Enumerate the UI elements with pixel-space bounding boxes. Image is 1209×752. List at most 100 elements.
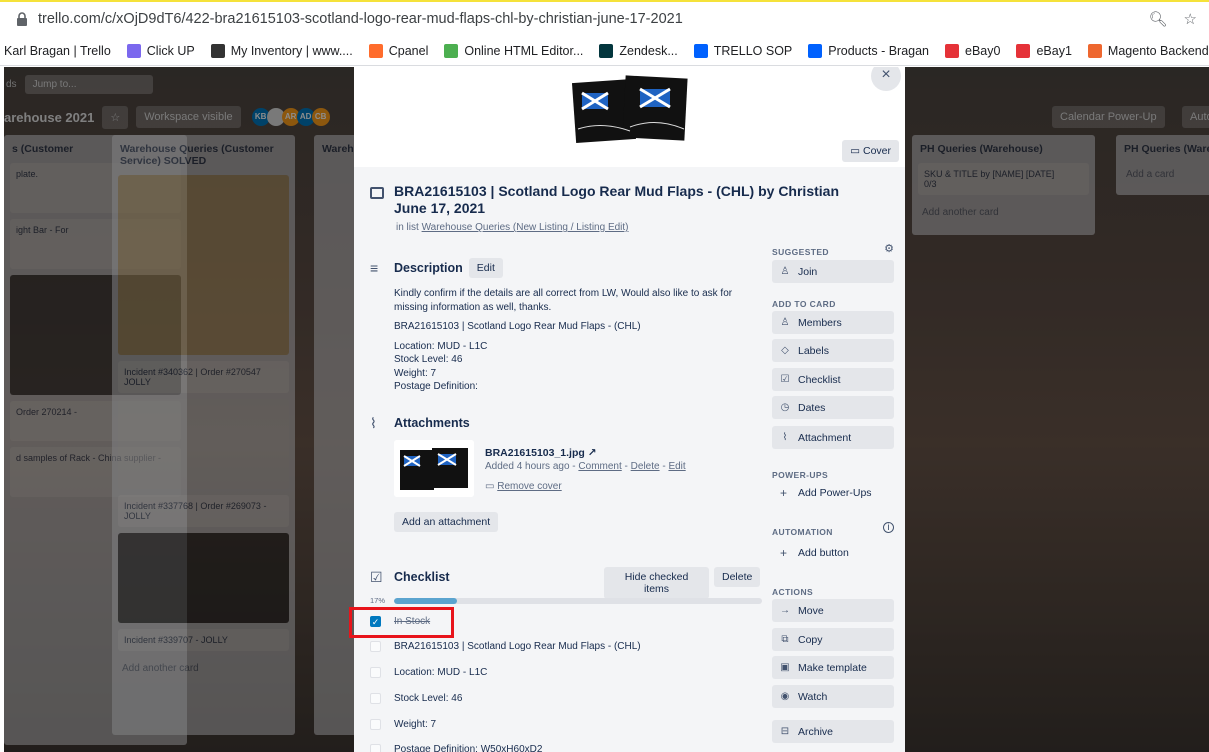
dates-button[interactable]: ◷ Dates (772, 396, 894, 419)
checklist-item-label[interactable]: Location: MUD - L1C (394, 667, 487, 678)
checklist-item[interactable]: Location: MUD - L1C (370, 667, 487, 678)
list-card[interactable]: Incident #339707 - JOLLY (118, 629, 289, 651)
bookmark-item[interactable]: Click UP (126, 43, 195, 58)
avatar[interactable] (266, 108, 285, 126)
list-card-image[interactable] (118, 533, 289, 623)
list-card[interactable]: Incident #337768 | Order #269073 - JOLLY (118, 495, 289, 527)
attachment-name[interactable]: BRA21615103_1.jpg ↗ (485, 447, 597, 459)
hide-checked-button[interactable]: Hide checked items (604, 567, 709, 599)
copy-button[interactable]: ⧉ Copy (772, 628, 894, 651)
card-title[interactable]: BRA21615103 | Scotland Logo Rear Mud Fla… (394, 183, 870, 217)
list-card[interactable]: SKU & TITLE by [NAME] [DATE] 0/3 (918, 163, 1089, 195)
checklist-item-label[interactable]: Postage Definition: W50xH60xD2 (394, 744, 542, 752)
add-card-button[interactable]: Add another card (912, 201, 1095, 224)
list-card[interactable]: ight Bar - For (10, 219, 181, 269)
members-button[interactable]: ♙ Members (772, 311, 894, 334)
attachment-button[interactable]: ⌇ Attachment (772, 426, 894, 449)
list-card[interactable]: d samples of Rack - China supplier - (10, 447, 181, 497)
avatar[interactable]: CB (311, 108, 330, 126)
list-title[interactable]: s (Customer (4, 135, 187, 163)
edit-link[interactable]: Edit (668, 461, 685, 472)
close-button[interactable]: × (871, 67, 901, 91)
checklist-title[interactable]: Checklist (394, 570, 450, 584)
tag-icon: ◇ (781, 345, 789, 356)
automation-button[interactable]: Autom (1182, 106, 1209, 128)
in-list-prefix: in list (396, 222, 419, 233)
template-icon: ▣ (780, 662, 790, 673)
bookmark-item[interactable]: Products - Bragan (808, 43, 929, 58)
bookmark-item[interactable]: Zendesk... (599, 43, 678, 58)
list-card[interactable]: Order 270214 - (10, 401, 181, 441)
list-card[interactable]: plate. (10, 163, 181, 213)
star-board-button[interactable]: ☆ (102, 105, 129, 129)
list-title[interactable]: PH Queries (Ware (1116, 135, 1209, 163)
add-card-button[interactable]: Add a card (1116, 163, 1209, 186)
checklist-item[interactable]: Stock Level: 46 (370, 693, 462, 704)
list-card-image[interactable] (118, 399, 289, 489)
calendar-powerup-button[interactable]: Calendar Power-Up (1052, 106, 1165, 128)
avatar[interactable]: KB (251, 108, 270, 126)
list-link[interactable]: Warehouse Queries (New Listing / Listing… (422, 222, 629, 233)
bookmark-item[interactable]: Magento Backend (1087, 43, 1209, 58)
board-search[interactable]: Jump to... (24, 74, 153, 94)
checklist-item-label[interactable]: Weight: 7 (394, 719, 436, 730)
bookmark-item[interactable]: TRELLO SOP (693, 43, 792, 58)
join-button[interactable]: ♙ Join (772, 260, 894, 283)
add-attachment-button[interactable]: Add an attachment (394, 512, 499, 532)
bookmark-item[interactable]: Cpanel (368, 43, 428, 58)
bookmark-item[interactable]: eBay0 (945, 43, 1000, 58)
add-card-button[interactable]: Add another card (112, 657, 295, 680)
watch-button[interactable]: ◉ Watch (772, 685, 894, 708)
attachment-thumbnail[interactable] (394, 440, 474, 497)
checklist-item[interactable]: Postage Definition: W50xH60xD2 (370, 744, 542, 752)
checkbox[interactable] (370, 744, 381, 752)
checkbox[interactable] (370, 719, 381, 730)
comment-link[interactable]: Comment (578, 461, 621, 472)
bookmark-item[interactable]: eBay1 (1016, 43, 1072, 58)
remove-cover[interactable]: ▭ Remove cover (485, 481, 562, 492)
list-title[interactable]: Warehouse Queries (Customer Service) SOL… (112, 135, 295, 175)
list-title[interactable]: PH Queries (Warehouse) (912, 135, 1095, 163)
checkbox[interactable] (370, 693, 381, 704)
external-link-icon[interactable]: ↗ (588, 447, 597, 459)
make-template-button[interactable]: ▣ Make template (772, 656, 894, 679)
star-icon[interactable]: ☆ (1184, 10, 1197, 28)
description-paragraph: Kindly confirm if the details are all co… (394, 288, 733, 313)
list-card[interactable] (10, 275, 181, 395)
delete-checklist-button[interactable]: Delete (714, 567, 760, 587)
archive-button[interactable]: ⊟ Archive (772, 720, 894, 743)
avatar[interactable]: AD (296, 108, 315, 126)
add-button-button[interactable]: + Add button (772, 543, 894, 563)
add-to-card-label-row: ADD TO CARD (772, 296, 894, 310)
checklist-item[interactable]: Weight: 7 (370, 719, 436, 730)
board-title[interactable]: arehouse 2021 (4, 110, 94, 125)
checklist-item-label[interactable]: BRA21615103 | Scotland Logo Rear Mud Fla… (394, 641, 641, 652)
arrow-right-icon: → (780, 605, 790, 616)
checklist-item[interactable]: BRA21615103 | Scotland Logo Rear Mud Fla… (370, 641, 641, 652)
board-list: s (Customer plate. ight Bar - For Order … (4, 135, 187, 745)
avatar[interactable]: AR (281, 108, 300, 126)
checklist-icon: ☑ (780, 374, 790, 385)
visibility-button[interactable]: Workspace visible (136, 106, 241, 128)
checkbox[interactable] (370, 641, 381, 652)
info-icon[interactable]: i (883, 522, 894, 533)
checklist-button[interactable]: ☑ Checklist (772, 368, 894, 391)
add-power-ups-button[interactable]: + Add Power-Ups (772, 483, 894, 503)
edit-description-button[interactable]: Edit (468, 258, 503, 278)
checkbox[interactable] (370, 667, 381, 678)
bookmark-item[interactable]: Karl Bragan | Trello (4, 44, 111, 58)
move-button[interactable]: → Move (772, 599, 894, 622)
list-card-image[interactable] (118, 175, 289, 355)
remove-cover-link[interactable]: Remove cover (497, 481, 561, 492)
labels-button[interactable]: ◇ Labels (772, 339, 894, 362)
list-card[interactable]: Incident #340362 | Order #270547 JOLLY (118, 361, 289, 393)
checklist-item-label[interactable]: Stock Level: 46 (394, 693, 462, 704)
bookmark-item[interactable]: My Inventory | www.... (210, 43, 353, 58)
gear-icon[interactable]: ⚙ (884, 242, 894, 255)
cover-button[interactable]: ▭ Cover (842, 140, 899, 162)
zoom-icon[interactable]: 🔍︎ (1149, 10, 1168, 28)
description-body[interactable]: Kindly confirm if the details are all co… (394, 287, 754, 394)
address-bar[interactable]: trello.com/c/xOjD9dT6/422-bra21615103-sc… (0, 0, 1209, 36)
bookmark-item[interactable]: Online HTML Editor... (444, 43, 583, 58)
delete-link[interactable]: Delete (631, 461, 660, 472)
